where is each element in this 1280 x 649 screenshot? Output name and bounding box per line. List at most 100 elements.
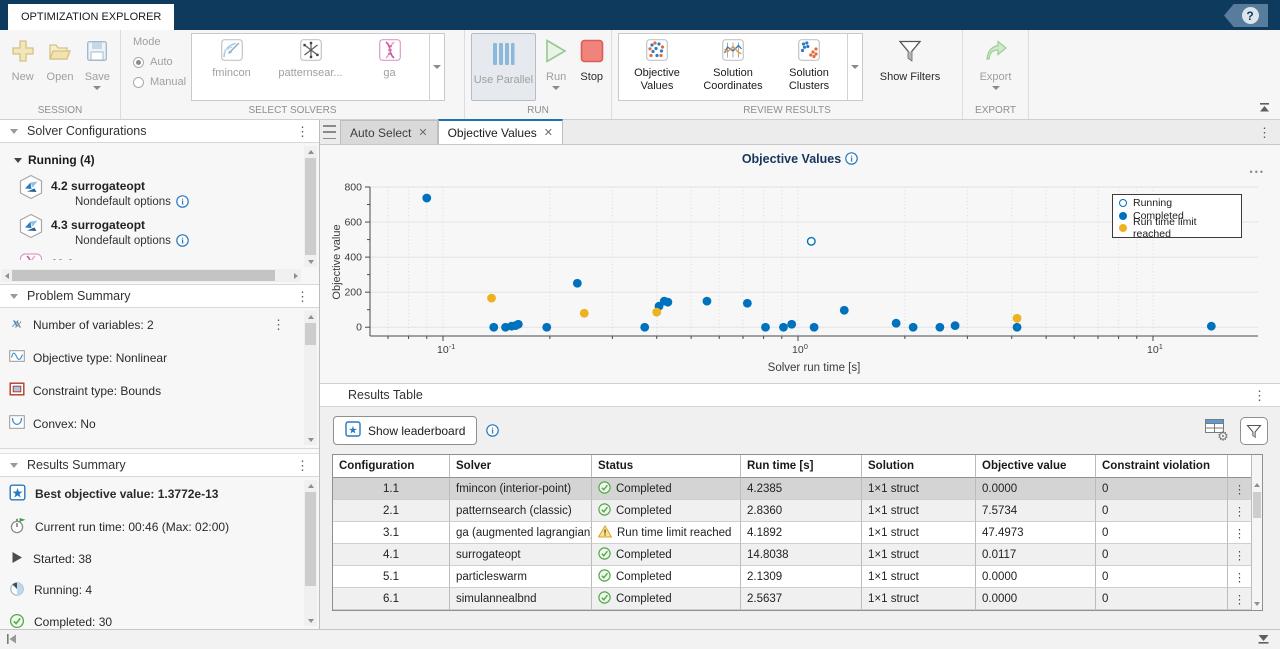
chart-options-icon[interactable]: ••• (1250, 167, 1265, 177)
stop-button[interactable]: Stop (577, 30, 608, 83)
scroll-up-icon[interactable] (304, 146, 317, 157)
problem-summary-header[interactable]: Problem Summary ⋮ (0, 285, 319, 308)
solver-config-item[interactable]: 11.1 ga (0, 249, 300, 260)
row-menu-icon[interactable]: ⋮ (1228, 478, 1251, 500)
objective-values-button[interactable]: Objective Values (619, 34, 695, 100)
export-dropdown-caret[interactable] (992, 86, 1000, 90)
cell-solution[interactable]: 1×1 struct (862, 522, 976, 544)
collapse-panel-icon[interactable] (1257, 633, 1270, 648)
scatter-point[interactable] (935, 323, 944, 332)
cell-objective-value[interactable]: 0.0000 (976, 588, 1096, 610)
cell-constraint-violation[interactable]: 0 (1096, 544, 1228, 566)
scatter-point[interactable] (951, 321, 960, 330)
scatter-point[interactable] (840, 306, 849, 315)
scroll-thumb[interactable] (305, 158, 316, 255)
cell-solution[interactable]: 1×1 struct (862, 566, 976, 588)
solver-fmincon-button[interactable]: fmincon (192, 34, 271, 100)
cell-objective-value[interactable]: 0.0000 (976, 566, 1096, 588)
horizontal-scrollbar[interactable] (1, 269, 301, 282)
row-menu-icon[interactable]: ⋮ (1228, 566, 1251, 588)
scatter-point[interactable] (422, 194, 431, 203)
review-gallery-dropdown[interactable] (847, 34, 862, 100)
save-button[interactable]: Save (79, 30, 116, 90)
section-menu-icon[interactable]: ⋮ (1253, 389, 1266, 402)
scatter-point[interactable] (807, 238, 815, 246)
scatter-point[interactable] (743, 299, 752, 308)
scatter-point[interactable] (1207, 322, 1216, 331)
scroll-down-icon[interactable] (304, 256, 317, 267)
scatter-point[interactable] (787, 320, 796, 329)
scatter-point[interactable] (489, 323, 498, 332)
cell-objective-value[interactable]: 0.0117 (976, 544, 1096, 566)
cell-status[interactable]: Completed (592, 566, 741, 588)
info-icon[interactable]: i (845, 152, 858, 165)
scroll-left-icon[interactable] (1, 269, 12, 282)
cell-status[interactable]: !Run time limit reached (592, 522, 741, 544)
table-columns-settings-icon[interactable]: ⚙ (1203, 416, 1231, 445)
solution-coordinates-button[interactable]: Solution Coordinates (695, 34, 771, 100)
cell-status[interactable]: Completed (592, 500, 741, 522)
scroll-thumb[interactable] (1253, 492, 1261, 518)
scatter-point[interactable] (514, 320, 523, 329)
cell-run-time[interactable]: 2.8360 (741, 500, 862, 522)
scatter-point[interactable] (1013, 323, 1022, 332)
item-menu-icon[interactable]: ⋮ (272, 317, 285, 333)
cell-status[interactable]: Completed (592, 544, 741, 566)
tab-auto-select[interactable]: Auto Select ✕ (340, 120, 438, 144)
column-header[interactable]: Solver (450, 455, 592, 478)
cell-objective-value[interactable]: 0.0000 (976, 478, 1096, 500)
cell-solution[interactable]: 1×1 struct (862, 544, 976, 566)
scatter-point[interactable] (909, 323, 918, 332)
solver-gallery-dropdown[interactable] (429, 34, 444, 100)
cell-solution[interactable]: 1×1 struct (862, 478, 976, 500)
cell-configuration[interactable]: 3.1 (333, 522, 450, 544)
cell-solution[interactable]: 1×1 struct (862, 588, 976, 610)
row-menu-icon[interactable]: ⋮ (1228, 588, 1251, 610)
cell-solver[interactable]: simulannealbnd (450, 588, 592, 610)
vertical-scrollbar[interactable] (304, 146, 317, 267)
collapse-sidebar-icon[interactable] (6, 633, 18, 648)
scatter-point[interactable] (487, 294, 496, 303)
cell-solver[interactable]: particleswarm (450, 566, 592, 588)
cell-objective-value[interactable]: 7.5734 (976, 500, 1096, 522)
cell-constraint-violation[interactable]: 0 (1096, 478, 1228, 500)
info-icon[interactable]: i (176, 234, 189, 247)
mode-auto-radio[interactable]: Auto (133, 56, 181, 68)
section-menu-icon[interactable]: ⋮ (296, 125, 309, 138)
export-button[interactable]: Export (976, 30, 1016, 90)
info-icon[interactable]: i (176, 195, 189, 208)
section-menu-icon[interactable]: ⋮ (296, 290, 309, 303)
cell-configuration[interactable]: 2.1 (333, 500, 450, 522)
cell-solution[interactable]: 1×1 struct (862, 500, 976, 522)
new-button[interactable]: New (4, 30, 41, 83)
scroll-down-icon[interactable] (1252, 598, 1262, 609)
cell-run-time[interactable]: 2.5637 (741, 588, 862, 610)
row-menu-icon[interactable]: ⋮ (1228, 522, 1251, 544)
scatter-point[interactable] (640, 323, 649, 332)
scatter-point[interactable] (573, 279, 582, 288)
column-header[interactable]: Solution (862, 455, 976, 478)
cell-solver[interactable]: ga (augmented lagrangian) (450, 522, 592, 544)
cell-configuration[interactable]: 4.1 (333, 544, 450, 566)
scatter-point[interactable] (542, 323, 551, 332)
cell-solver[interactable]: fmincon (interior-point) (450, 478, 592, 500)
help-button[interactable]: ? (1224, 4, 1268, 27)
collapse-ribbon-icon[interactable] (1259, 101, 1270, 115)
column-header[interactable]: Status (592, 455, 741, 478)
show-leaderboard-button[interactable]: ★ Show leaderboard (333, 416, 477, 445)
scatter-point[interactable] (892, 319, 901, 328)
solution-clusters-button[interactable]: Solution Clusters (771, 34, 847, 100)
scroll-right-icon[interactable] (290, 269, 301, 282)
scroll-down-icon[interactable] (304, 434, 317, 445)
save-dropdown-caret[interactable] (93, 86, 101, 90)
cell-constraint-violation[interactable]: 0 (1096, 522, 1228, 544)
cell-solver[interactable]: surrogateopt (450, 544, 592, 566)
solver-ga-button[interactable]: ga (350, 34, 429, 100)
cell-run-time[interactable]: 4.1892 (741, 522, 862, 544)
cell-run-time[interactable]: 2.1309 (741, 566, 862, 588)
solver-config-item[interactable]: 4.2 surrogateoptNondefault options i (0, 171, 300, 210)
solver-config-item[interactable]: 4.3 surrogateoptNondefault options i (0, 210, 300, 249)
cell-status[interactable]: Completed (592, 478, 741, 500)
scatter-point[interactable] (779, 323, 788, 332)
scroll-down-icon[interactable] (304, 615, 317, 626)
